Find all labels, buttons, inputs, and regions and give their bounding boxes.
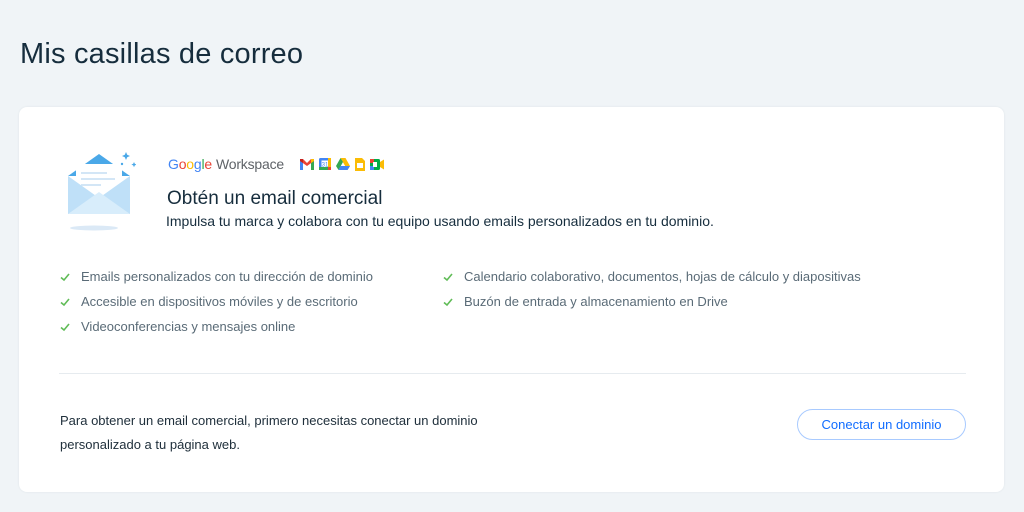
- page-title: Mis casillas de correo: [20, 38, 304, 70]
- connect-domain-button[interactable]: Conectar un dominio: [797, 409, 966, 440]
- google-workspace-brand: Google Workspace 31: [168, 154, 384, 174]
- check-icon: [443, 297, 453, 306]
- docs-icon: [354, 157, 365, 171]
- feature-item: Buzón de entrada y almacenamiento en Dri…: [442, 289, 861, 314]
- feature-text: Buzón de entrada y almacenamiento en Dri…: [464, 294, 728, 309]
- google-letter: o: [186, 156, 194, 172]
- meet-icon: [369, 158, 384, 170]
- google-workspace-logo: Google Workspace: [168, 156, 284, 172]
- workspace-app-icons: 31: [299, 157, 384, 171]
- feature-item: Emails personalizados con tu dirección d…: [59, 264, 373, 289]
- feature-list-left: Emails personalizados con tu dirección d…: [59, 264, 373, 339]
- feature-text: Videoconferencias y mensajes online: [81, 319, 296, 334]
- check-icon: [60, 322, 70, 331]
- calendar-icon: 31: [318, 158, 331, 170]
- check-icon: [60, 272, 70, 281]
- svg-text:31: 31: [322, 163, 329, 169]
- workspace-wordmark: Workspace: [216, 156, 284, 172]
- feature-item: Videoconferencias y mensajes online: [59, 314, 373, 339]
- envelope-illustration-icon: [46, 148, 137, 232]
- check-icon: [443, 272, 453, 281]
- feature-text: Accesible en dispositivos móviles y de e…: [81, 294, 358, 309]
- domain-notice: Para obtener un email comercial, primero…: [60, 413, 478, 452]
- gmail-icon: [299, 158, 314, 170]
- check-icon: [60, 297, 70, 306]
- promo-subtitle: Impulsa tu marca y colabora con tu equip…: [166, 213, 714, 229]
- feature-list-right: Calendario colaborativo, documentos, hoj…: [442, 264, 861, 314]
- feature-item: Calendario colaborativo, documentos, hoj…: [442, 264, 861, 289]
- drive-icon: [335, 158, 350, 170]
- google-wordmark: Google: [168, 156, 212, 172]
- feature-text: Emails personalizados con tu dirección d…: [81, 269, 373, 284]
- divider: [59, 373, 966, 374]
- feature-item: Accesible en dispositivos móviles y de e…: [59, 289, 373, 314]
- promo-title: Obtén un email comercial: [167, 188, 383, 209]
- feature-text: Calendario colaborativo, documentos, hoj…: [464, 269, 861, 284]
- google-letter: G: [168, 156, 179, 172]
- google-letter: e: [204, 156, 212, 172]
